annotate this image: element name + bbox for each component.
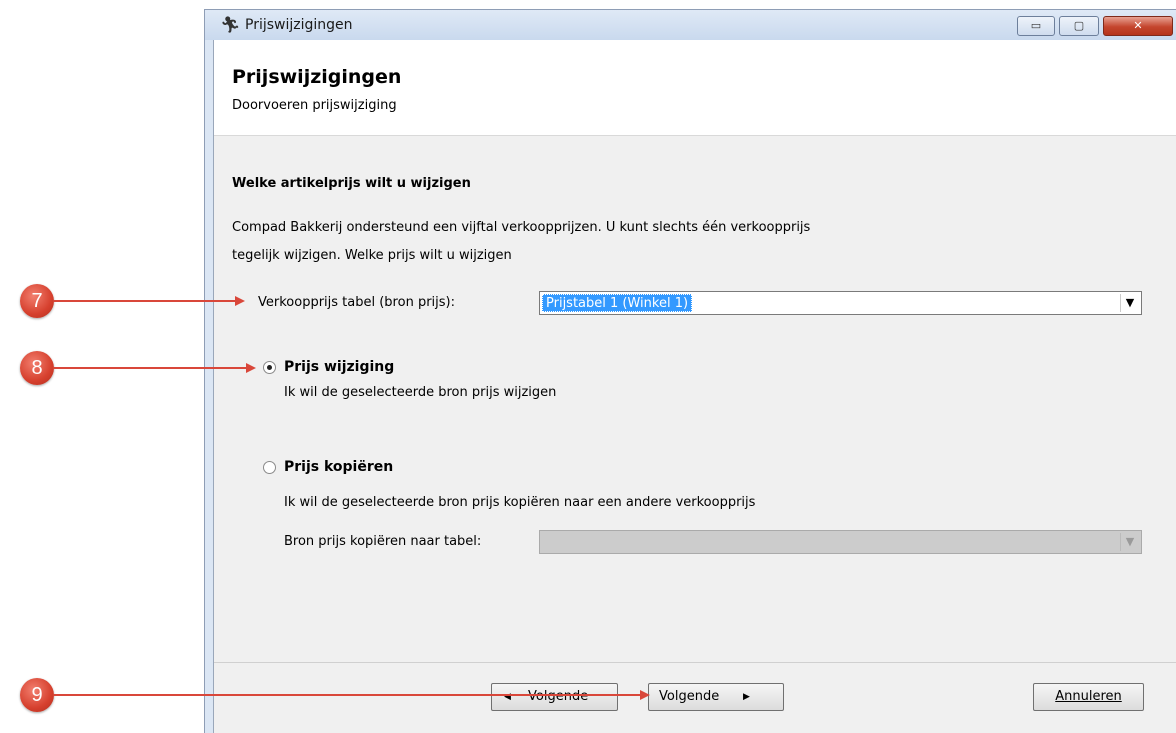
option-prijs-kopieren-description: Ik wil de geselecteerde bron prijs kopië… xyxy=(284,495,756,510)
copy-target-select: ▼ xyxy=(539,530,1142,554)
cancel-button[interactable]: Annuleren xyxy=(1033,683,1144,711)
radio-prijs-wijziging[interactable] xyxy=(263,361,276,374)
maximize-button[interactable]: ▢ xyxy=(1059,16,1099,36)
radio-prijs-kopieren[interactable] xyxy=(263,461,276,474)
question-title: Welke artikelprijs wilt u wijzigen xyxy=(232,176,471,191)
back-button[interactable]: ◀ Volgende xyxy=(491,683,618,711)
annotation-badge-7: 7 xyxy=(20,284,54,318)
annotation-arrowhead-9 xyxy=(640,690,650,700)
annotation-arrow-8 xyxy=(54,367,246,369)
source-price-value: Prijstabel 1 (Winkel 1) xyxy=(542,294,693,312)
intro-line-2: tegelijk wijzigen. Welke prijs wilt u wi… xyxy=(232,248,512,263)
option-prijs-wijziging-label[interactable]: Prijs wijziging xyxy=(284,359,394,375)
intro-line-1: Compad Bakkerij ondersteund een vijftal … xyxy=(232,220,811,235)
close-icon: ✕ xyxy=(1133,19,1143,32)
minimize-icon: ▭ xyxy=(1030,19,1042,32)
dropdown-arrow-icon[interactable]: ▼ xyxy=(1120,294,1139,312)
annotation-arrowhead-7 xyxy=(235,296,245,306)
page-subtitle: Doorvoeren prijswijziging xyxy=(232,98,397,113)
arrow-right-icon: ▶ xyxy=(743,692,750,702)
option-prijs-wijziging-description: Ik wil de geselecteerde bron prijs wijzi… xyxy=(284,385,557,400)
annotation-badge-8: 8 xyxy=(20,351,54,385)
dialog-window: 🏃︎ Prijswijzigingen ▭ ▢ ✕ Prijswijziging… xyxy=(204,9,1176,733)
maximize-icon: ▢ xyxy=(1073,19,1085,32)
dropdown-arrow-icon: ▼ xyxy=(1120,533,1139,551)
page-title: Prijswijzigingen xyxy=(232,66,402,88)
source-price-select[interactable]: Prijstabel 1 (Winkel 1) ▼ xyxy=(539,291,1142,315)
minimize-button[interactable]: ▭ xyxy=(1017,16,1055,36)
copy-target-label: Bron prijs kopiëren naar tabel: xyxy=(284,534,482,549)
window-title: Prijswijzigingen xyxy=(245,17,353,33)
source-price-label: Verkoopprijs tabel (bron prijs): xyxy=(258,295,455,310)
annotation-arrow-7 xyxy=(54,300,235,302)
dialog-client: Prijswijzigingen Doorvoeren prijswijzigi… xyxy=(213,40,1176,733)
question-intro: Compad Bakkerij ondersteund een vijftal … xyxy=(232,214,992,270)
wizard-header: Prijswijzigingen Doorvoeren prijswijzigi… xyxy=(214,40,1176,136)
annotation-arrowhead-8 xyxy=(246,363,256,373)
arrow-left-icon: ◀ xyxy=(504,692,511,702)
close-button[interactable]: ✕ xyxy=(1103,16,1173,36)
annotation-arrow-9 xyxy=(54,694,640,696)
wizard-footer: ◀ Volgende Volgende ▶ Annuleren xyxy=(214,662,1176,733)
next-button-label: Volgende xyxy=(659,689,720,704)
runner-icon: 🏃︎ xyxy=(220,15,241,34)
next-button[interactable]: Volgende ▶ xyxy=(648,683,784,711)
radio-selected-dot xyxy=(267,365,272,370)
back-button-label: Volgende xyxy=(528,689,589,704)
annotation-badge-9: 9 xyxy=(20,678,54,712)
title-bar[interactable]: 🏃︎ Prijswijzigingen ▭ ▢ ✕ xyxy=(205,10,1176,40)
option-prijs-kopieren-label[interactable]: Prijs kopiëren xyxy=(284,459,393,475)
